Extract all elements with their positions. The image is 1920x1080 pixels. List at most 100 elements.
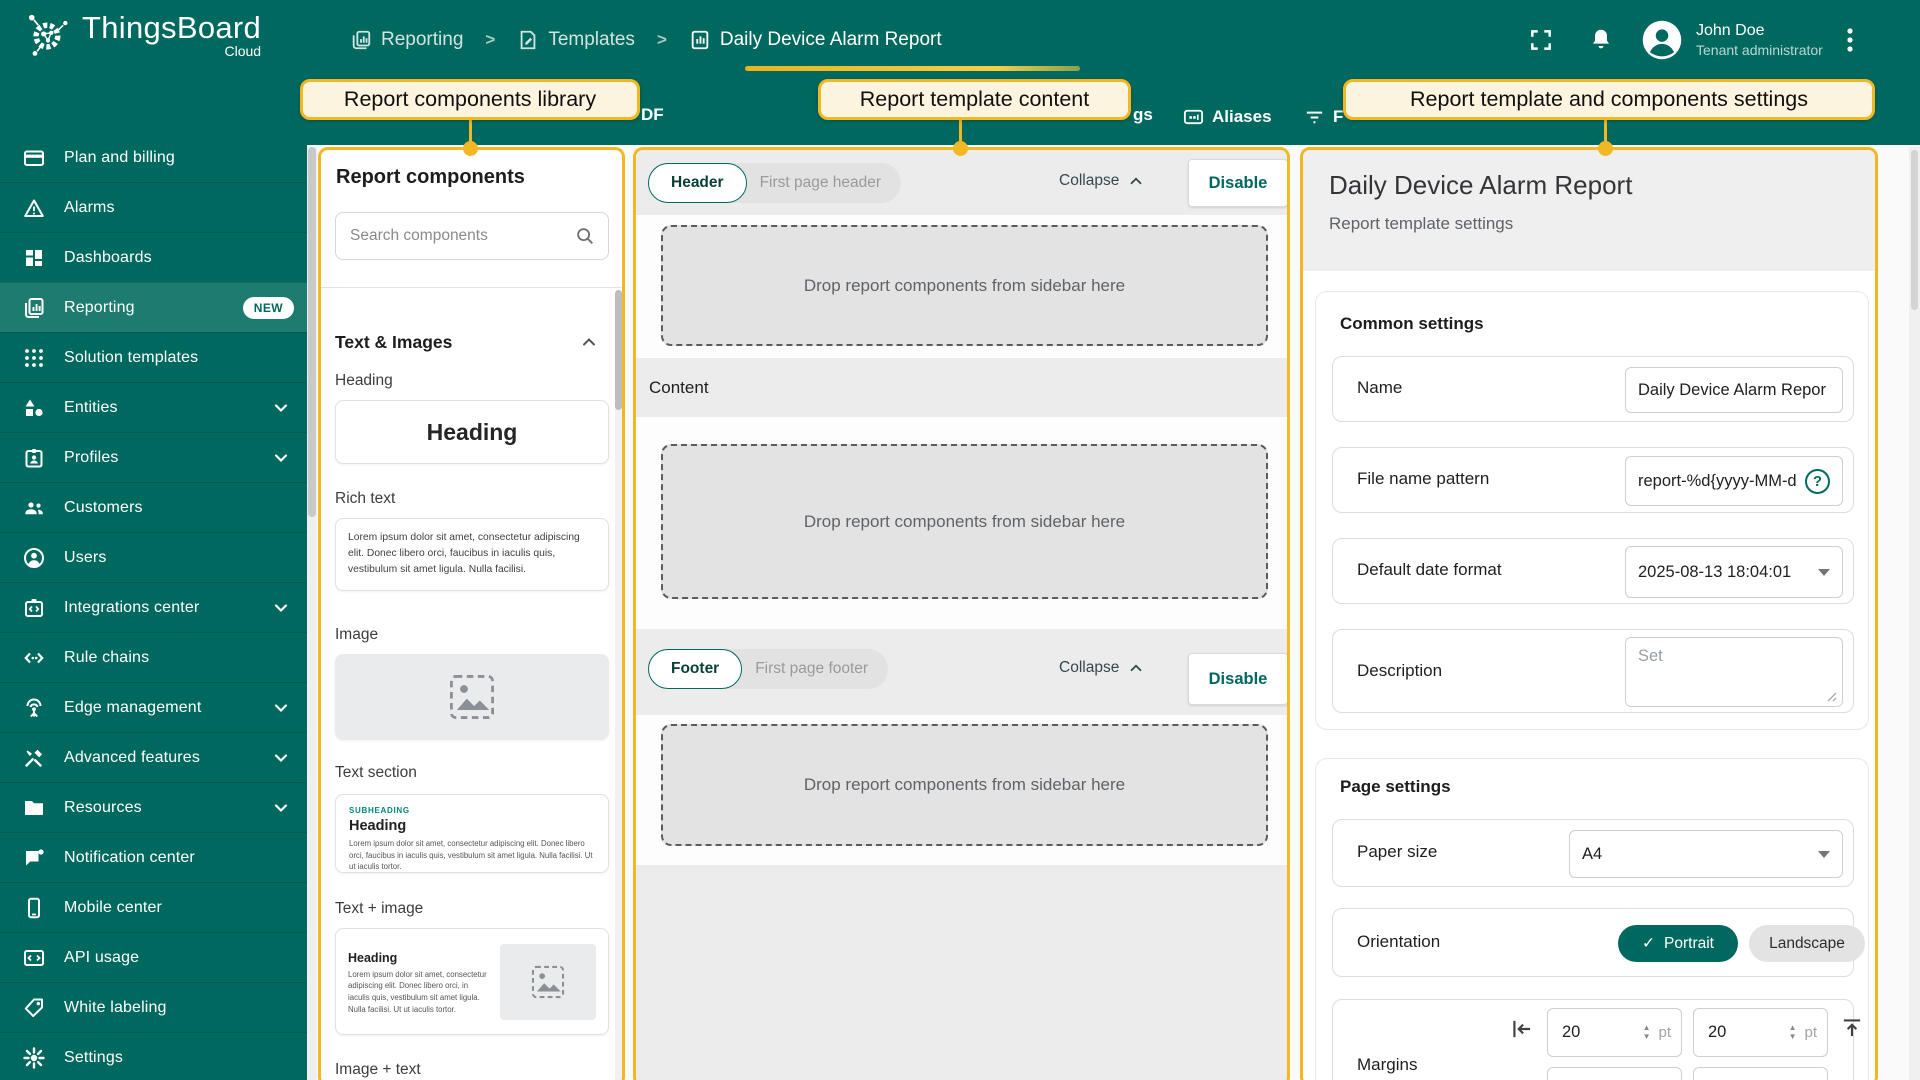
- toolbar-title-fragment: DF: [641, 105, 664, 124]
- page-scrollbar-thumb[interactable]: [1911, 150, 1918, 310]
- margin-input-3[interactable]: [1547, 1067, 1682, 1080]
- component-rich-text-preview[interactable]: Lorem ipsum dolor sit amet, consectetur …: [335, 518, 609, 591]
- resize-handle-icon[interactable]: [1827, 692, 1837, 702]
- sidebar-item-settings[interactable]: Settings: [0, 1032, 307, 1080]
- filters-button[interactable]: F: [1303, 105, 1343, 128]
- chevron-up-icon[interactable]: [579, 332, 599, 352]
- search-input[interactable]: [350, 227, 574, 245]
- settings-header: [1303, 150, 1875, 271]
- sidebar-item-api-usage[interactable]: API usage: [0, 932, 307, 982]
- description-label: Description: [1357, 661, 1443, 680]
- component-text-section-preview[interactable]: SUBHEADING Heading Lorem ipsum dolor sit…: [335, 794, 609, 873]
- paper-size-select[interactable]: A4: [1569, 830, 1843, 878]
- component-heading-preview[interactable]: Heading: [335, 400, 609, 464]
- sidebar-item-rule-chains[interactable]: Rule chains: [0, 632, 307, 682]
- api-code-icon: [22, 946, 46, 970]
- dots-grid-icon: [22, 346, 46, 370]
- brand[interactable]: ThingsBoard Cloud: [22, 9, 261, 61]
- fullscreen-icon[interactable]: [1512, 27, 1570, 53]
- sidebar-item-edge-management[interactable]: Edge management: [0, 682, 307, 732]
- sidebar-item-customers[interactable]: Customers: [0, 482, 307, 532]
- margin-input-1[interactable]: 20 ▲ ▼ pt: [1547, 1008, 1682, 1057]
- people-icon: [22, 496, 46, 520]
- brand-title: ThingsBoard: [82, 10, 262, 45]
- sidebar-item-mobile-center[interactable]: Mobile center: [0, 882, 307, 932]
- default-date-format-select[interactable]: 2025-08-13 18:04:01: [1625, 546, 1843, 598]
- orientation-row: Orientation ✓ Portrait Landscape: [1332, 908, 1865, 977]
- notifications-bell-icon[interactable]: [1570, 27, 1632, 53]
- sidebar-item-entities[interactable]: Entities: [0, 382, 307, 432]
- section-text-and-images[interactable]: Text & Images: [335, 332, 452, 353]
- avatar[interactable]: [1640, 18, 1684, 62]
- chevron-down-icon: [271, 398, 291, 418]
- thingsboard-logo-icon: [22, 9, 74, 61]
- margin-input-4[interactable]: [1693, 1067, 1828, 1080]
- sidebar-item-reporting[interactable]: Reporting NEW: [0, 282, 307, 332]
- preview-subheading: SUBHEADING: [349, 806, 410, 815]
- toolbar-settings-fragment[interactable]: gs: [1133, 105, 1153, 125]
- header-chip[interactable]: Header: [648, 163, 747, 203]
- paper-size-label: Paper size: [1357, 842, 1438, 861]
- breadcrumb-current-report[interactable]: Daily Device Alarm Report: [689, 29, 942, 51]
- user-info[interactable]: John Doe Tenant administrator: [1696, 20, 1823, 60]
- person-circle-icon: [22, 546, 46, 570]
- preview-heading: Heading: [348, 950, 398, 965]
- aliases-button[interactable]: Aliases: [1182, 105, 1272, 128]
- orientation-label: Orientation: [1357, 932, 1441, 951]
- sidebar-item-integrations-center[interactable]: Integrations center: [0, 582, 307, 632]
- component-image-preview[interactable]: [335, 654, 609, 740]
- header-disable-button[interactable]: Disable: [1188, 159, 1287, 207]
- component-label-text-section: Text section: [335, 764, 417, 781]
- sidebar-item-profiles[interactable]: Profiles: [0, 432, 307, 482]
- breadcrumb-reporting[interactable]: Reporting: [350, 29, 463, 51]
- sidebar-item-white-labeling[interactable]: White labeling: [0, 982, 307, 1032]
- message-flag-icon: [22, 846, 46, 870]
- footer-collapse-button[interactable]: Collapse: [1059, 659, 1145, 677]
- description-textarea[interactable]: Set: [1625, 637, 1843, 707]
- breadcrumb-templates[interactable]: Templates: [517, 29, 635, 51]
- preview-heading: Heading: [349, 818, 407, 834]
- sidebar-item-alarms[interactable]: Alarms: [0, 182, 307, 232]
- sidebar-item-users[interactable]: Users: [0, 532, 307, 582]
- header-collapse-button[interactable]: Collapse: [1059, 172, 1145, 190]
- name-row: Name Daily Device Alarm Repor: [1332, 356, 1854, 422]
- callout-dot: [953, 141, 968, 156]
- smartphone-icon: [22, 896, 46, 920]
- file-name-pattern-input[interactable]: report-%d{yyyy-MM-d ?: [1625, 456, 1843, 506]
- kebab-menu-icon[interactable]: [1823, 27, 1867, 53]
- header-dropzone[interactable]: Drop report components from sidebar here: [661, 225, 1268, 346]
- first-page-footer-chip[interactable]: First page footer: [755, 660, 868, 678]
- sidebar-item-resources[interactable]: Resources: [0, 782, 307, 832]
- name-input[interactable]: Daily Device Alarm Repor: [1625, 367, 1843, 413]
- sidebar-item-notification-center[interactable]: Notification center: [0, 832, 307, 882]
- footer-chip[interactable]: Footer: [648, 649, 743, 689]
- settings-subtitle: Report template settings: [1329, 214, 1514, 233]
- sidebar-item-solution-templates[interactable]: Solution templates: [0, 332, 307, 382]
- sidebar-item-dashboards[interactable]: Dashboards: [0, 232, 307, 282]
- help-icon[interactable]: ?: [1805, 468, 1830, 494]
- chevron-down-icon: [271, 748, 291, 768]
- chevron-down-icon: [271, 798, 291, 818]
- landscape-toggle[interactable]: Landscape: [1749, 925, 1865, 962]
- stepper-arrows[interactable]: ▲ ▼: [1643, 1024, 1651, 1041]
- brand-subtitle: Cloud: [224, 43, 262, 59]
- component-label-heading: Heading: [335, 372, 393, 389]
- footer-dropzone[interactable]: Drop report components from sidebar here: [661, 724, 1268, 846]
- portrait-toggle[interactable]: ✓ Portrait: [1618, 925, 1738, 962]
- stepper-arrows[interactable]: ▲ ▼: [1789, 1024, 1797, 1041]
- file-name-pattern-label: File name pattern: [1357, 469, 1490, 488]
- warning-triangle-icon: [22, 196, 46, 220]
- sidebar-scrollbar-thumb[interactable]: [308, 147, 316, 517]
- margin-input-2[interactable]: 20 ▲ ▼ pt: [1693, 1008, 1828, 1057]
- image-placeholder-icon: [531, 965, 565, 998]
- footer-disable-button[interactable]: Disable: [1188, 653, 1287, 705]
- code-angle-icon: [22, 646, 46, 670]
- sidebar-item-advanced-features[interactable]: Advanced features: [0, 732, 307, 782]
- component-text-image-preview[interactable]: Heading Lorem ipsum dolor sit amet, cons…: [335, 928, 609, 1035]
- components-scrollbar-thumb[interactable]: [615, 290, 622, 410]
- content-dropzone[interactable]: Drop report components from sidebar here: [661, 444, 1268, 599]
- folder-icon: [22, 796, 46, 820]
- components-search[interactable]: [335, 212, 609, 260]
- first-page-header-chip[interactable]: First page header: [760, 174, 882, 192]
- dashboard-grid-icon: [22, 246, 46, 270]
